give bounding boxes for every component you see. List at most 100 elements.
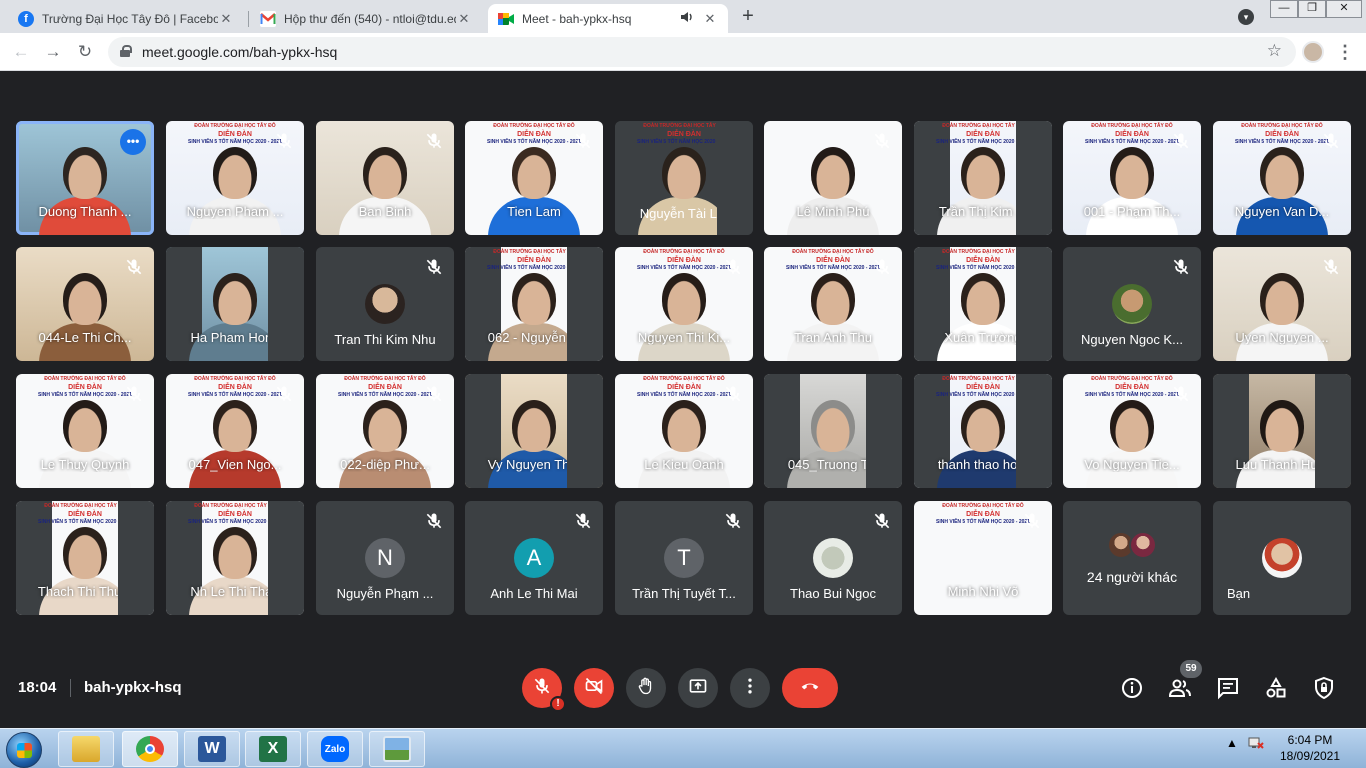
participant-tile[interactable]: N Nguyễn Phạm ... xyxy=(316,501,454,615)
participant-tile[interactable]: 24 người khác xyxy=(1063,501,1201,615)
muted-mic-icon xyxy=(872,511,892,531)
participant-tile[interactable]: Lê Minh Phú xyxy=(764,121,902,235)
meet-icon xyxy=(498,11,514,27)
profile-photo xyxy=(365,284,405,324)
participant-tile[interactable]: ĐOÀN TRƯỜNG ĐẠI HỌC TÂY ĐÔ DIỄN ĐÀN SINH V… xyxy=(914,121,1052,235)
microphone-toggle-button[interactable]: ! xyxy=(522,668,566,712)
raise-hand-button[interactable] xyxy=(626,668,666,708)
host-controls-icon[interactable] xyxy=(1312,676,1336,700)
photo-viewer-icon[interactable] xyxy=(369,731,425,767)
browser-tab-strip: f Trường Đại Học Tây Đô | Facebook ✕ Hộp… xyxy=(0,0,1366,33)
participant-tile[interactable]: ĐOÀN TRƯỜNG ĐẠI HỌC TÂY ĐÔ DIỄN ĐÀN SINH V… xyxy=(914,501,1052,615)
participant-name: Le Kieu Oanh xyxy=(644,457,724,472)
participant-name: Tran Anh Thu xyxy=(793,330,873,345)
file-explorer-icon[interactable] xyxy=(58,731,114,767)
participant-tile[interactable]: ĐOÀN TRƯỜNG ĐẠI HỌC TÂY ĐÔ DIỄN ĐÀN SINH V… xyxy=(1063,121,1201,235)
participant-tile[interactable]: ĐOÀN TRƯỜNG ĐẠI HỌC TÂY ĐÔ DIỄN ĐÀN SINH V… xyxy=(1063,374,1201,488)
camera-off-icon xyxy=(584,676,604,701)
word-icon[interactable]: W xyxy=(184,731,240,767)
participant-tile[interactable]: ĐOÀN TRƯỜNG ĐẠI HỌC TÂY ĐÔ DIỄN ĐÀN SINH V… xyxy=(615,374,753,488)
excel-icon[interactable]: X xyxy=(245,731,301,767)
banner-text: ĐOÀN TRƯỜNG ĐẠI HỌC TÂY ĐÔ xyxy=(942,503,1024,509)
participant-tile[interactable]: Thao Bui Ngoc xyxy=(764,501,902,615)
close-tab-icon[interactable]: ✕ xyxy=(456,11,472,27)
participant-tile[interactable]: ĐOÀN TRƯỜNG ĐẠI HỌC TÂY ĐÔ DIỄN ĐÀN SINH V… xyxy=(914,247,1052,361)
participant-tile[interactable]: ĐOÀN TRƯỜNG ĐẠI HỌC TÂY ĐÔ DIỄN ĐÀN SINH V… xyxy=(166,374,304,488)
participant-tile[interactable]: ĐOÀN TRƯỜNG ĐẠI HỌC TÂY ĐÔ DIỄN ĐÀN SINH V… xyxy=(465,121,603,235)
tab-facebook[interactable]: f Trường Đại Học Tây Đô | Facebook ✕ xyxy=(8,4,244,33)
participant-name: Tien Lam xyxy=(507,204,561,219)
bookmark-star-icon[interactable]: ☆ xyxy=(1267,41,1282,61)
participant-tile[interactable]: ĐOÀN TRƯỜNG ĐẠI HỌC TÂY ĐÔ DIỄN ĐÀN SINH V… xyxy=(166,501,304,615)
participant-tile[interactable]: 045_Truong T... xyxy=(764,374,902,488)
close-tab-icon[interactable]: ✕ xyxy=(702,11,718,27)
zalo-icon[interactable]: Zalo xyxy=(307,731,363,767)
browser-menu-icon[interactable]: ⋮ xyxy=(1336,39,1354,65)
participant-tile[interactable]: Ha Pham Hong xyxy=(166,247,304,361)
minimize-button[interactable]: — xyxy=(1270,0,1298,18)
close-tab-icon[interactable]: ✕ xyxy=(218,11,234,27)
participant-tile[interactable]: Ban Binh xyxy=(316,121,454,235)
present-screen-button[interactable] xyxy=(678,668,718,708)
forward-arrow-icon[interactable]: → xyxy=(42,41,64,63)
camera-toggle-button[interactable] xyxy=(574,668,614,708)
chat-icon[interactable] xyxy=(1216,676,1240,700)
address-bar[interactable]: meet.google.com/bah-ypkx-hsq ☆ xyxy=(108,37,1296,67)
close-window-button[interactable]: ✕ xyxy=(1326,0,1362,18)
audio-playing-icon[interactable] xyxy=(680,11,694,26)
participant-name: Minh Nhi Võ xyxy=(947,584,1019,599)
participant-tile[interactable]: A Anh Le Thi Mai xyxy=(465,501,603,615)
muted-mic-icon xyxy=(274,511,294,531)
more-options-button[interactable] xyxy=(730,668,770,708)
new-tab-button[interactable]: + xyxy=(738,5,758,27)
reload-icon[interactable]: ↻ xyxy=(74,41,96,63)
participant-tile[interactable]: Tran Thi Kim Nhu xyxy=(316,247,454,361)
participant-tile[interactable]: ĐOÀN TRƯỜNG ĐẠI HỌC TÂY ĐÔ DIỄN ĐÀN SINH V… xyxy=(914,374,1052,488)
participant-tile[interactable]: ĐOÀN TRƯỜNG ĐẠI HỌC TÂY ĐÔ DIỄN ĐÀN SINH V… xyxy=(166,121,304,235)
participant-tile[interactable]: Bạn xyxy=(1213,501,1351,615)
participant-tile[interactable]: Luu Thanh Hu... xyxy=(1213,374,1351,488)
activities-icon[interactable] xyxy=(1264,676,1288,700)
participant-face xyxy=(512,400,556,452)
chrome-icon[interactable] xyxy=(122,731,178,767)
tab-gmail[interactable]: Hộp thư đến (540) - ntloi@tdu.edu.vn ✕ xyxy=(250,4,482,33)
network-icon[interactable] xyxy=(1248,736,1264,753)
muted-mic-icon xyxy=(1022,384,1042,404)
participant-tile[interactable]: T Trần Thị Tuyết T... xyxy=(615,501,753,615)
url-text[interactable]: meet.google.com/bah-ypkx-hsq xyxy=(142,44,337,60)
participant-tile[interactable]: ĐOÀN TRƯỜNG ĐẠI HỌC TÂY ĐÔ DIỄN ĐÀN SINH V… xyxy=(16,501,154,615)
start-button[interactable] xyxy=(6,732,42,768)
participant-tile[interactable]: ĐOÀN TRƯỜNG ĐẠI HỌC TÂY ĐÔ DIỄN ĐÀN SINH V… xyxy=(615,121,753,235)
participant-tile[interactable]: ĐOÀN TRƯỜNG ĐẠI HỌC TÂY ĐÔ DIỄN ĐÀN SINH V… xyxy=(16,374,154,488)
tile-options-icon[interactable]: ••• xyxy=(120,129,146,155)
show-hidden-icons[interactable]: ▲ xyxy=(1226,736,1238,750)
participant-tile[interactable]: Uyen Nguyen ... xyxy=(1213,247,1351,361)
tab-search-icon[interactable]: ▾ xyxy=(1238,9,1254,25)
maximize-button[interactable]: ❐ xyxy=(1298,0,1326,18)
participant-tile[interactable]: 044-Le Thi Ch... xyxy=(16,247,154,361)
browser-toolbar: ← → ↻ meet.google.com/bah-ypkx-hsq ☆ ⋮ xyxy=(0,33,1366,71)
participant-tile[interactable]: ĐOÀN TRƯỜNG ĐẠI HỌC TÂY ĐÔ DIỄN ĐÀN SINH V… xyxy=(764,247,902,361)
participant-tile[interactable]: ĐOÀN TRƯỜNG ĐẠI HỌC TÂY ĐÔ DIỄN ĐÀN SINH V… xyxy=(615,247,753,361)
participant-tile[interactable]: ĐOÀN TRƯỜNG ĐẠI HỌC TÂY ĐÔ DIỄN ĐÀN SINH V… xyxy=(465,247,603,361)
hangup-icon xyxy=(800,676,820,701)
mic-off-icon xyxy=(532,676,552,701)
muted-mic-icon xyxy=(124,384,144,404)
participant-tile[interactable]: ĐOÀN TRƯỜNG ĐẠI HỌC TÂY ĐÔ DIỄN ĐÀN SINH V… xyxy=(1213,121,1351,235)
meeting-details-icon[interactable] xyxy=(1120,676,1144,700)
participant-face xyxy=(961,147,1005,199)
back-arrow-icon[interactable]: ← xyxy=(10,41,32,63)
participant-tile[interactable]: ĐOÀN TRƯỜNG ĐẠI HỌC TÂY ĐÔ DIỄN ĐÀN SINH V… xyxy=(316,374,454,488)
tab-meet[interactable]: Meet - bah-ypkx-hsq ✕ xyxy=(488,4,728,33)
participant-tile[interactable]: Vy Nguyen Th... xyxy=(465,374,603,488)
participant-tile[interactable]: Nguyen Ngoc K... xyxy=(1063,247,1201,361)
profile-avatar[interactable] xyxy=(1302,41,1324,63)
people-icon[interactable] xyxy=(1168,676,1192,700)
system-date: 18/09/2021 xyxy=(1279,749,1341,763)
participant-face xyxy=(512,147,556,199)
leave-call-button[interactable] xyxy=(782,668,838,708)
lock-icon[interactable] xyxy=(120,45,132,57)
participant-face xyxy=(63,527,107,579)
participant-tile[interactable]: ••• Duong Thanh ... xyxy=(16,121,154,235)
system-clock[interactable]: 6:04 PM 18/09/2021 xyxy=(1270,732,1350,764)
